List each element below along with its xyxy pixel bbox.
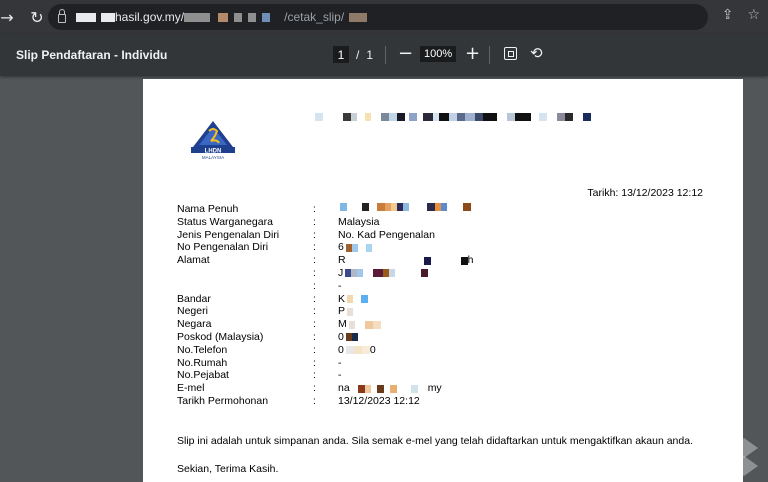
toolbar-divider xyxy=(489,46,490,64)
page-separator: / xyxy=(356,47,360,62)
field-colon: : xyxy=(313,279,316,292)
field-value: 13/12/2023 12:12 xyxy=(338,394,420,407)
activation-note: Slip ini adalah untuk simpanan anda. Sil… xyxy=(177,435,693,447)
field-label: No Pengenalan Diri xyxy=(177,241,269,254)
browser-toolbar: → ↻ hasil.gov.my/ /cetak_slip/ ⇪ ☆ xyxy=(0,0,768,34)
field-value-text: 0 xyxy=(338,330,344,343)
field-colon: : xyxy=(313,254,316,267)
field-label: Bandar xyxy=(177,292,211,305)
address-bar[interactable]: hasil.gov.my/ /cetak_slip/ xyxy=(48,4,708,30)
field-colon: : xyxy=(313,318,316,331)
field-value-text: P xyxy=(338,305,346,318)
url-host: hasil.gov.my/ xyxy=(115,10,185,24)
rotate-icon[interactable]: ⟲ xyxy=(530,44,543,62)
arrow-left-icon[interactable]: → xyxy=(0,8,14,27)
pdf-toolbar: Slip Pendaftaran - Individu 1 / 1 − 100%… xyxy=(0,34,768,76)
lhdn-logo-icon: LHDN MALAYSIA xyxy=(191,121,235,160)
field-label: Status Warganegara xyxy=(177,215,273,228)
field-value: K xyxy=(338,292,369,306)
site-watermark-icon xyxy=(730,438,758,476)
lock-icon xyxy=(58,9,66,23)
zoom-level[interactable]: 100% xyxy=(420,46,457,62)
field-label: Tarikh Permohonan xyxy=(177,394,269,407)
field-colon: : xyxy=(313,394,316,407)
field-label: No.Pejabat xyxy=(177,369,229,382)
field-value: P xyxy=(338,305,354,318)
redacted-header xyxy=(315,113,591,121)
field-value: - xyxy=(338,356,342,369)
field-value: J xyxy=(338,266,429,280)
field-colon: : xyxy=(313,241,316,254)
field-colon: : xyxy=(313,343,316,356)
pdf-title: Slip Pendaftaran - Individu xyxy=(16,48,168,62)
field-value-text: 0 xyxy=(338,343,344,356)
zoom-out-button[interactable]: − xyxy=(398,43,413,64)
field-value xyxy=(338,203,471,211)
logo-text: LHDN xyxy=(205,149,222,155)
field-colon: : xyxy=(313,228,316,241)
star-icon[interactable]: ☆ xyxy=(747,7,760,23)
field-value: 0 0 xyxy=(338,344,376,357)
page-indicator: 1 / 1 xyxy=(333,46,373,63)
field-value: M xyxy=(338,318,381,331)
field-value-text: J xyxy=(338,266,344,279)
field-label: Negeri xyxy=(177,305,208,318)
toolbar-divider xyxy=(385,46,386,64)
field-value-text: 6 xyxy=(338,241,344,254)
field-value-text: na xyxy=(338,382,350,395)
field-colon: : xyxy=(313,266,316,279)
url-text: hasil.gov.my/ /cetak_slip/ xyxy=(76,10,368,24)
share-icon[interactable]: ⇪ xyxy=(722,7,734,23)
field-colon: : xyxy=(313,356,316,369)
field-label: Nama Penuh xyxy=(177,203,239,215)
field-value: 0 xyxy=(338,331,358,344)
field-value: na my xyxy=(338,382,442,395)
logo-subtext: MALAYSIA xyxy=(202,155,224,160)
field-label: No.Rumah xyxy=(177,356,228,369)
url-path: /cetak_slip/ xyxy=(284,10,345,24)
field-value: - xyxy=(338,369,342,382)
field-colon: : xyxy=(313,203,316,215)
zoom-in-button[interactable]: + xyxy=(465,43,480,64)
print-datetime: Tarikh: 13/12/2023 12:12 xyxy=(587,187,703,199)
closing-text: Sekian, Terima Kasih. xyxy=(177,463,279,475)
fit-page-icon[interactable] xyxy=(504,47,517,60)
field-colon: : xyxy=(313,369,316,382)
field-label: Poskod (Malaysia) xyxy=(177,330,264,343)
field-colon: : xyxy=(313,215,316,228)
field-label: No.Telefon xyxy=(177,343,228,356)
field-value: 6 xyxy=(338,241,372,254)
reload-icon[interactable]: ↻ xyxy=(24,8,50,27)
field-value-text: my xyxy=(427,382,442,395)
field-label: E-mel xyxy=(177,382,205,395)
field-value: No. Kad Pengenalan xyxy=(338,228,435,241)
field-colon: : xyxy=(313,292,316,305)
field-label: Alamat xyxy=(177,254,210,267)
field-value-text: 0 xyxy=(369,343,376,356)
field-value-text: R xyxy=(338,254,346,267)
field-value: R h xyxy=(338,254,473,267)
field-colon: : xyxy=(313,305,316,318)
field-label: Jenis Pengenalan Diri xyxy=(177,228,280,241)
field-colon: : xyxy=(313,330,316,343)
field-value: - xyxy=(338,279,342,292)
field-colon: : xyxy=(313,382,316,395)
field-value-text: K xyxy=(338,292,346,305)
field-value-text: M xyxy=(338,318,347,331)
field-label: Negara xyxy=(177,318,212,331)
field-value: Malaysia xyxy=(338,215,380,228)
field-value-text: h xyxy=(467,254,474,267)
pdf-page: LHDN MALAYSIA Tarikh: 13/12/2023 12:12 N… xyxy=(143,79,743,482)
page-total: 1 xyxy=(366,47,374,62)
page-number-input[interactable]: 1 xyxy=(333,46,349,63)
